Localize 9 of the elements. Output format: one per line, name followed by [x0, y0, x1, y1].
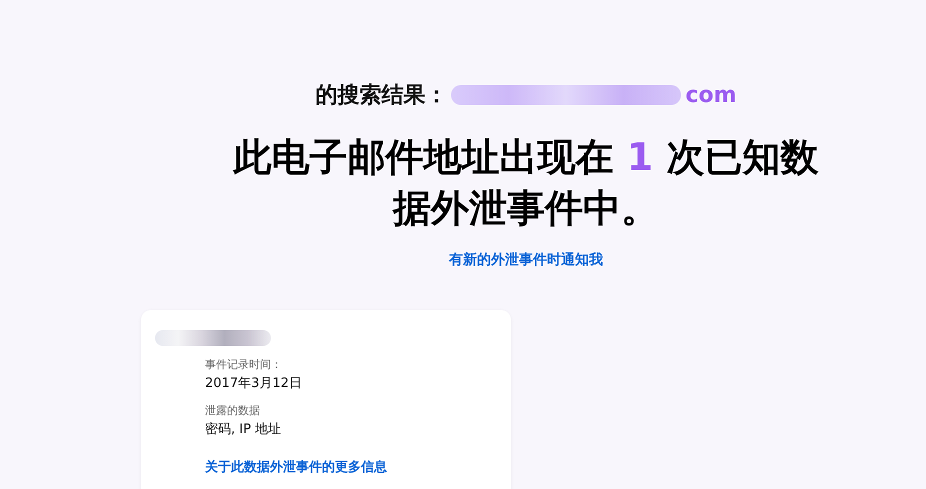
search-result-label: 的搜索结果： — [315, 82, 448, 110]
field-value: 密码, IP 地址 — [205, 421, 282, 439]
field-label: 事件记录时间： — [205, 357, 283, 373]
field-value: 2017年3月12日 — [205, 375, 303, 393]
more-info-link[interactable]: 关于此数据外泄事件的更多信息 — [205, 458, 511, 476]
email-domain: com — [685, 82, 737, 108]
headline: 此电子邮件地址出现在 1 次已知数据外泄事件中。 — [232, 134, 820, 232]
field-label: 泄露的数据 — [205, 403, 261, 419]
notify-link[interactable]: 有新的外泄事件时通知我 — [449, 250, 603, 269]
